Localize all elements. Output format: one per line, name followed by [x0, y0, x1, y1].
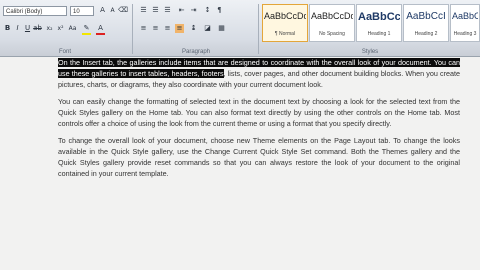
document-body[interactable]: On the Insert tab, the galleries include… [58, 57, 460, 185]
paragraph-3[interactable]: To change the overall look of your docum… [58, 135, 460, 179]
styles-group-label: Styles [361, 49, 379, 55]
style-sample: AaBbCcD [452, 11, 478, 21]
align-center-icon[interactable]: ≡ [151, 24, 160, 33]
bold-icon[interactable]: B [3, 24, 12, 33]
style-normal[interactable]: AaBbCcDd ¶ Normal [262, 4, 308, 42]
show-marks-icon[interactable]: ¶ [215, 6, 224, 15]
divider [258, 4, 259, 54]
numbering-icon[interactable]: ☰ [151, 6, 160, 15]
font-group-label: Font [58, 49, 71, 55]
bullets-icon[interactable]: ☰ [139, 6, 148, 15]
subscript-icon[interactable]: x₂ [45, 24, 54, 33]
divider [132, 4, 133, 54]
paragraph-group-label: Paragraph [181, 49, 211, 55]
borders-icon[interactable]: ▦ [217, 24, 226, 33]
sort-icon[interactable]: ↕ [203, 6, 212, 15]
style-sample: AaBbCcI [406, 11, 446, 22]
align-right-icon[interactable]: ≡ [163, 24, 172, 33]
shading-icon[interactable]: ◪ [203, 24, 212, 33]
paragraph-group: ☰ ☰ ☰ ⇤ ⇥ ↕ ¶ ≡ ≡ ≡ ≡ ↨ ◪ ▦ Paragraph [135, 0, 257, 56]
font-name-combo[interactable]: Calibri (Body) [3, 6, 67, 16]
style-no-spacing[interactable]: AaBbCcDd No Spacing [309, 4, 355, 42]
style-name: Heading 3 [453, 31, 477, 37]
ribbon: Calibri (Body) 10 A A ⌫ B I U ab x₂ x² A… [0, 0, 480, 57]
multilevel-list-icon[interactable]: ☰ [163, 6, 172, 15]
paragraph-2[interactable]: You can easily change the formatting of … [58, 96, 460, 129]
style-sample: AaBbCcDd [311, 11, 353, 21]
style-name: ¶ Normal [274, 31, 296, 37]
styles-group: AaBbCcDd ¶ Normal AaBbCcDd No Spacing Aa… [260, 0, 480, 56]
style-heading-3[interactable]: AaBbCcD Heading 3 [450, 4, 480, 42]
increase-indent-icon[interactable]: ⇥ [189, 6, 198, 15]
line-spacing-icon[interactable]: ↨ [189, 24, 198, 33]
change-case-icon[interactable]: Aa [68, 24, 77, 33]
superscript-icon[interactable]: x² [56, 24, 65, 33]
paragraph-1[interactable]: On the Insert tab, the galleries include… [58, 57, 460, 90]
font-size-combo[interactable]: 10 [70, 6, 94, 16]
grow-font-icon[interactable]: A [98, 6, 107, 15]
style-name: Heading 2 [414, 31, 438, 37]
strikethrough-icon[interactable]: ab [33, 24, 42, 33]
font-group: Calibri (Body) 10 A A ⌫ B I U ab x₂ x² A… [0, 0, 130, 56]
style-heading-2[interactable]: AaBbCcI Heading 2 [403, 4, 449, 42]
clear-format-icon[interactable]: ⌫ [118, 6, 128, 15]
style-sample: AaBbCc [358, 11, 400, 23]
shrink-font-icon[interactable]: A [108, 6, 117, 15]
italic-icon[interactable]: I [13, 24, 22, 33]
justify-icon[interactable]: ≡ [175, 24, 184, 33]
style-name: Heading 1 [367, 31, 391, 37]
align-left-icon[interactable]: ≡ [139, 24, 148, 33]
style-name: No Spacing [319, 31, 345, 37]
style-sample: AaBbCcDd [264, 11, 306, 21]
underline-icon[interactable]: U [23, 24, 32, 33]
font-color-icon[interactable]: A [96, 24, 105, 35]
style-heading-1[interactable]: AaBbCc Heading 1 [356, 4, 402, 42]
decrease-indent-icon[interactable]: ⇤ [177, 6, 186, 15]
highlight-icon[interactable]: ✎ [82, 24, 91, 35]
